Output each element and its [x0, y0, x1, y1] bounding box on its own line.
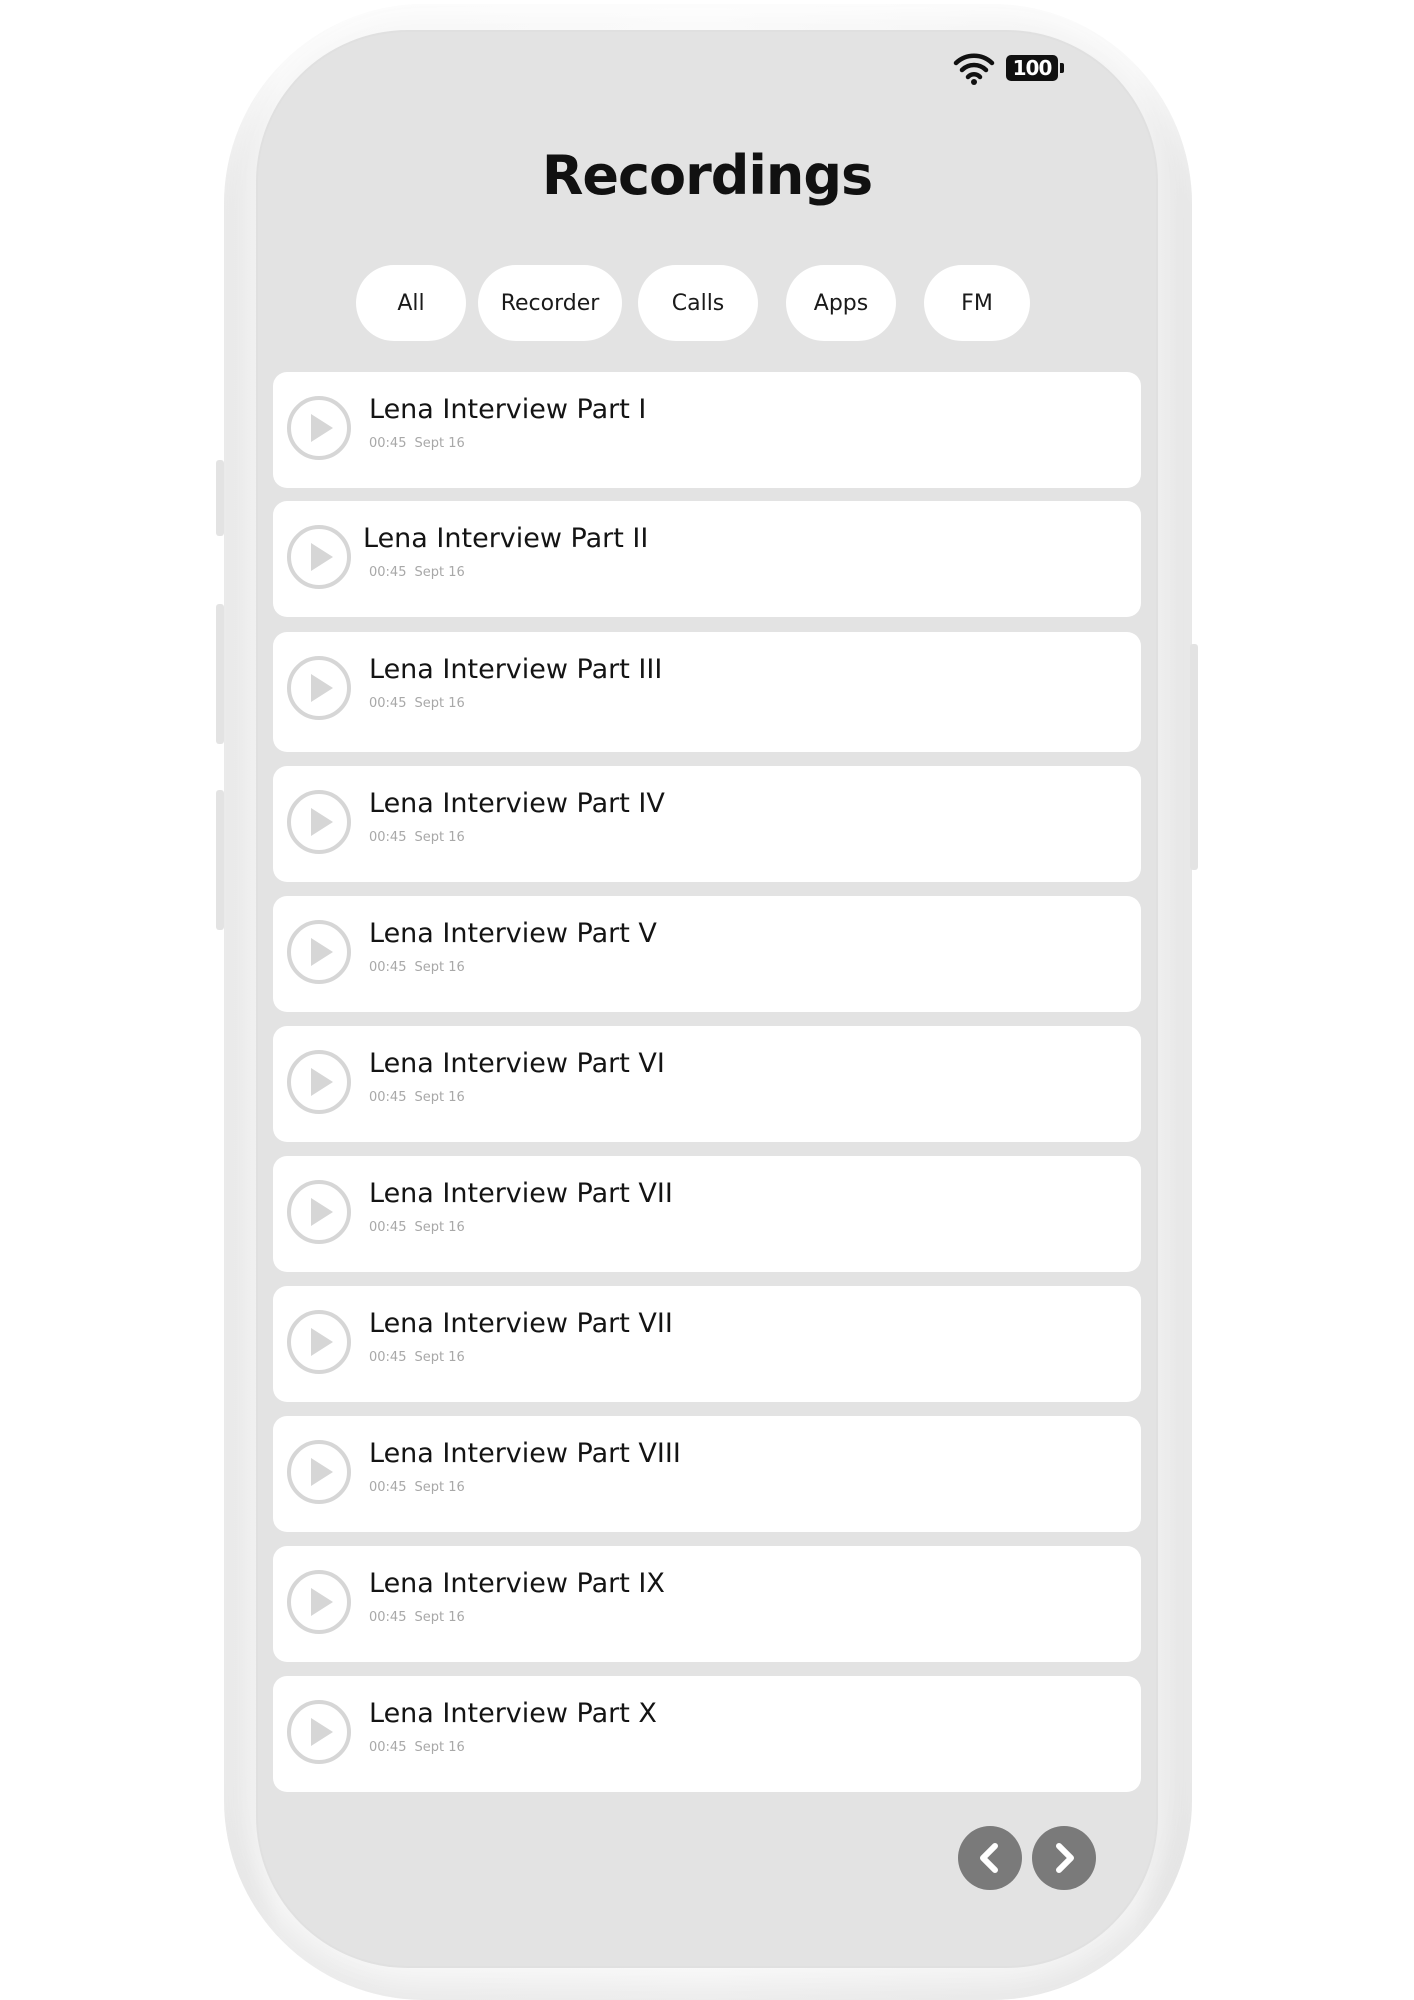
recording-title: Lena Interview Part IV: [369, 788, 665, 819]
recording-title: Lena Interview Part I: [369, 394, 647, 425]
recording-title: Lena Interview Part III: [369, 654, 663, 685]
recording-duration: 00:45: [369, 1220, 407, 1235]
recording-duration: 00:45: [369, 1090, 407, 1105]
recording-date: Sept 16: [414, 1610, 465, 1625]
recording-item[interactable]: Lena Interview Part IX 00:45 Sept 16: [273, 1546, 1141, 1662]
power-button: [1190, 644, 1198, 870]
play-icon[interactable]: [287, 790, 351, 854]
recording-meta: 00:45 Sept 16: [369, 1350, 465, 1365]
recording-date: Sept 16: [414, 960, 465, 975]
previous-page-button[interactable]: [958, 1826, 1022, 1890]
recording-item[interactable]: Lena Interview Part IV 00:45 Sept 16: [273, 766, 1141, 882]
recording-meta: 00:45 Sept 16: [369, 1480, 465, 1495]
recording-date: Sept 16: [414, 1350, 465, 1365]
recording-title: Lena Interview Part V: [369, 918, 657, 949]
recording-meta: 00:45 Sept 16: [369, 960, 465, 975]
play-icon[interactable]: [287, 1050, 351, 1114]
play-icon[interactable]: [287, 525, 351, 589]
recording-duration: 00:45: [369, 565, 407, 580]
recording-date: Sept 16: [414, 1090, 465, 1105]
phone-side-button: [216, 460, 224, 536]
tab-fm[interactable]: FM: [924, 265, 1030, 341]
recording-meta: 00:45 Sept 16: [369, 1090, 465, 1105]
recording-item[interactable]: Lena Interview Part X 00:45 Sept 16: [273, 1676, 1141, 1792]
next-page-button[interactable]: [1032, 1826, 1096, 1890]
play-icon[interactable]: [287, 1180, 351, 1244]
recording-title: Lena Interview Part IX: [369, 1568, 665, 1599]
recording-item[interactable]: Lena Interview Part VII 00:45 Sept 16: [273, 1156, 1141, 1272]
recording-meta: 00:45 Sept 16: [369, 1740, 465, 1755]
recording-item[interactable]: Lena Interview Part II 00:45 Sept 16: [273, 501, 1141, 617]
tab-apps[interactable]: Apps: [786, 265, 896, 341]
play-icon[interactable]: [287, 1440, 351, 1504]
recording-duration: 00:45: [369, 830, 407, 845]
recording-duration: 00:45: [369, 1350, 407, 1365]
recording-duration: 00:45: [369, 1610, 407, 1625]
recording-duration: 00:45: [369, 1480, 407, 1495]
recording-item[interactable]: Lena Interview Part I 00:45 Sept 16: [273, 372, 1141, 488]
play-icon[interactable]: [287, 920, 351, 984]
recording-item[interactable]: Lena Interview Part VII 00:45 Sept 16: [273, 1286, 1141, 1402]
recording-item[interactable]: Lena Interview Part V 00:45 Sept 16: [273, 896, 1141, 1012]
recording-meta: 00:45 Sept 16: [369, 696, 465, 711]
play-icon[interactable]: [287, 1570, 351, 1634]
battery-indicator: 100: [1006, 55, 1064, 81]
recording-title: Lena Interview Part VIII: [369, 1438, 681, 1469]
recording-title: Lena Interview Part VI: [369, 1048, 665, 1079]
recording-date: Sept 16: [414, 436, 465, 451]
phone-screen: 100 Recordings All Recorder Calls Apps F…: [258, 32, 1156, 1966]
recording-item[interactable]: Lena Interview Part III 00:45 Sept 16: [273, 632, 1141, 752]
tab-all[interactable]: All: [356, 265, 466, 341]
page-title: Recordings: [541, 144, 873, 207]
play-icon[interactable]: [287, 1700, 351, 1764]
play-icon[interactable]: [287, 1310, 351, 1374]
status-bar: 100: [952, 48, 1064, 88]
recording-date: Sept 16: [414, 565, 465, 580]
tab-recorder[interactable]: Recorder: [478, 265, 622, 341]
recording-date: Sept 16: [414, 1740, 465, 1755]
play-icon[interactable]: [287, 656, 351, 720]
filter-tabs: All Recorder Calls Apps FM: [258, 265, 1156, 341]
recording-date: Sept 16: [414, 830, 465, 845]
recording-duration: 00:45: [369, 696, 407, 711]
recording-duration: 00:45: [369, 1740, 407, 1755]
recording-title: Lena Interview Part VII: [369, 1308, 673, 1339]
volume-down-button: [216, 790, 224, 930]
recording-title: Lena Interview Part II: [363, 523, 649, 554]
recording-date: Sept 16: [414, 1480, 465, 1495]
recording-meta: 00:45 Sept 16: [369, 436, 465, 451]
recording-title: Lena Interview Part VII: [369, 1178, 673, 1209]
volume-up-button: [216, 604, 224, 744]
recording-meta: 00:45 Sept 16: [369, 1220, 465, 1235]
play-icon[interactable]: [287, 396, 351, 460]
recording-duration: 00:45: [369, 436, 407, 451]
recording-item[interactable]: Lena Interview Part VI 00:45 Sept 16: [273, 1026, 1141, 1142]
recording-meta: 00:45 Sept 16: [369, 565, 465, 580]
recording-title: Lena Interview Part X: [369, 1698, 657, 1729]
tab-calls[interactable]: Calls: [638, 265, 758, 341]
wifi-icon: [952, 50, 996, 86]
recording-meta: 00:45 Sept 16: [369, 1610, 465, 1625]
recording-duration: 00:45: [369, 960, 407, 975]
chevron-right-icon: [1044, 1838, 1084, 1878]
recording-item[interactable]: Lena Interview Part VIII 00:45 Sept 16: [273, 1416, 1141, 1532]
recording-meta: 00:45 Sept 16: [369, 830, 465, 845]
recording-date: Sept 16: [414, 1220, 465, 1235]
chevron-left-icon: [970, 1838, 1010, 1878]
recording-date: Sept 16: [414, 696, 465, 711]
